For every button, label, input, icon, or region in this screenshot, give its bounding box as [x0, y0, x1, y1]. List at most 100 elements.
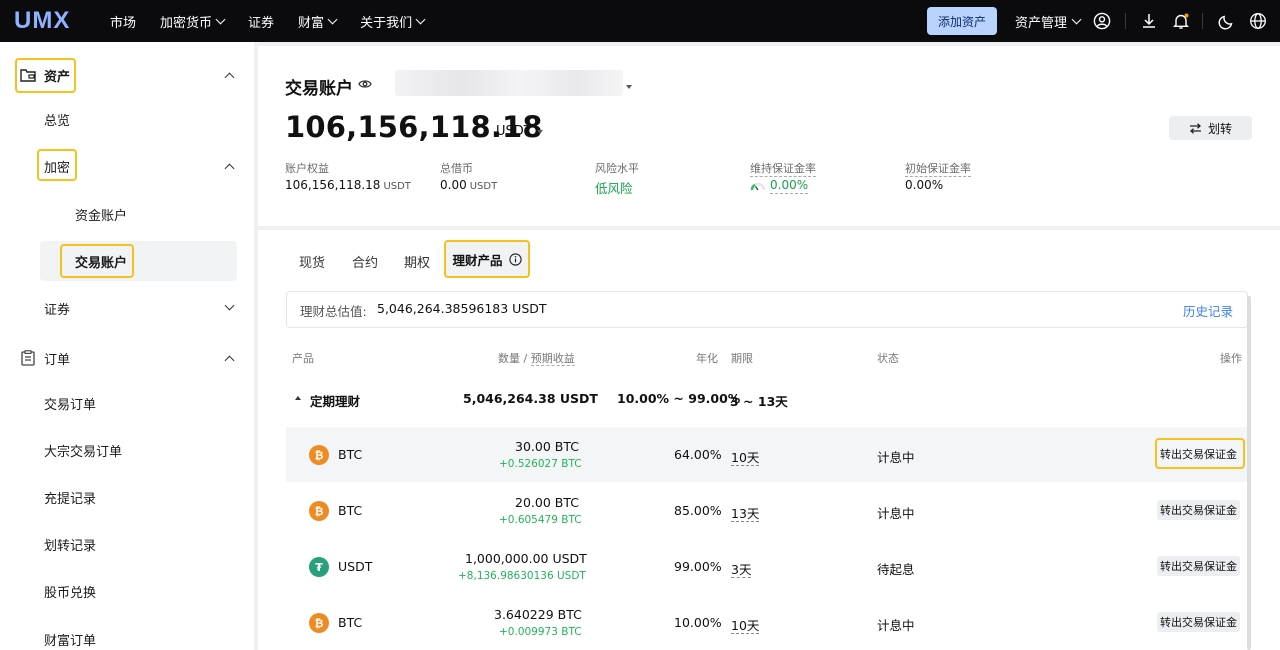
info-icon[interactable] [508, 252, 522, 266]
download-icon[interactable] [1139, 11, 1159, 31]
tab-wealth-products[interactable]: 理财产品 [444, 240, 530, 278]
sidebar-item-overview[interactable]: 总览 [0, 104, 254, 134]
sidebar-item-trade-orders[interactable]: 交易订单 [0, 388, 254, 418]
row-income: +8,136.98630136 USDT [458, 570, 586, 582]
nav-wealth[interactable]: 财富 [298, 12, 338, 31]
sidebar-item-deposit-records[interactable]: 充提记录 [0, 482, 254, 512]
nav-securities-label: 证券 [248, 15, 275, 31]
history-link[interactable]: 历史记录 [1183, 301, 1233, 320]
row-apr: 64.00% [674, 447, 722, 462]
transfer-out-margin-button[interactable]: 转出交易保证金 [1157, 612, 1240, 632]
sidebar-item-label: 订单 [44, 352, 71, 368]
nav-securities[interactable]: 证券 [248, 12, 274, 31]
sidebar-item-trading-account[interactable]: 交易账户 [0, 246, 254, 276]
header-status: 状态 [877, 352, 899, 365]
stat-unit: USDT [383, 181, 411, 192]
stat-label-text: 初始保证金率 [905, 162, 971, 177]
tab-futures[interactable]: 合约 [352, 252, 378, 271]
stat-unit: USDT [469, 181, 498, 192]
sidebar-item-label: 充提记录 [44, 491, 97, 507]
transfer-out-margin-button[interactable]: 转出交易保证金 [1157, 444, 1240, 464]
row-coin: BTC [338, 615, 363, 630]
nav-about[interactable]: 关于我们 [360, 12, 426, 31]
nav-about-label: 关于我们 [360, 15, 413, 31]
row-amount: 1,000,000.00 USDT [465, 551, 587, 566]
row-amount: 3.640229 BTC [494, 607, 582, 622]
row-coin: BTC [338, 447, 363, 462]
sidebar-item-stock-coin-exchange[interactable]: 股币兑换 [0, 576, 254, 606]
sidebar-item-crypto[interactable]: 加密 [0, 151, 254, 181]
collapse-caret-icon[interactable] [295, 396, 301, 400]
transfer-out-margin-button[interactable]: 转出交易保证金 [1157, 500, 1240, 520]
row-status: 计息中 [877, 450, 915, 465]
summary-label: 理财总估值: [300, 304, 367, 319]
stat-label-initial-margin[interactable]: 初始保证金率 [905, 160, 971, 177]
chevron-down-icon [224, 300, 235, 311]
chevron-up-icon [224, 72, 235, 83]
sidebar-item-assets[interactable]: 资产 [0, 60, 254, 90]
user-icon[interactable] [1092, 11, 1112, 31]
nav-market-label: 市场 [110, 15, 137, 31]
nav-crypto[interactable]: 加密货币 [160, 12, 226, 31]
gauge-icon [750, 182, 766, 191]
stat-value-maintenance-margin: 0.00% [770, 178, 809, 194]
group-apr: 10.00% ~ 99.00% [617, 391, 741, 406]
sidebar-item-label: 交易账户 [75, 255, 128, 271]
row-coin: BTC [338, 503, 363, 518]
bell-icon[interactable] [1171, 11, 1191, 31]
row-income: +0.605479 BTC [499, 514, 582, 526]
header-est-income[interactable]: 预期收益 [530, 352, 575, 366]
header-product: 产品 [292, 352, 314, 365]
tab-label: 理财产品 [452, 252, 503, 268]
row-status: 待起息 [877, 562, 915, 577]
row-term-text: 3天 [731, 562, 752, 578]
stat-label-text: 维持保证金率 [750, 162, 816, 177]
btc-coin-icon: ₿ [309, 613, 329, 633]
sidebar-item-wealth-orders[interactable]: 财富订单 [0, 624, 254, 650]
sidebar-item-securities[interactable]: 证券 [0, 293, 254, 323]
usdt-coin-icon: ₮ [309, 557, 329, 577]
tab-spot[interactable]: 现货 [299, 252, 325, 271]
balance-unit[interactable]: USDT [496, 124, 532, 139]
group-name[interactable]: 定期理财 [310, 391, 360, 410]
umx-logo[interactable]: UMX [14, 9, 70, 33]
sidebar-item-orders[interactable]: 订单 [0, 343, 254, 373]
row-amount: 30.00 BTC [515, 439, 579, 454]
header-action: 操作 [1220, 352, 1242, 365]
header-term: 期限 [731, 352, 753, 365]
group-term: 3 ~ 13天 [730, 394, 788, 409]
sidebar-item-block-orders[interactable]: 大宗交易订单 [0, 435, 254, 465]
caret-down-icon[interactable] [626, 85, 632, 89]
globe-icon[interactable] [1248, 11, 1268, 31]
eye-icon[interactable] [358, 78, 372, 90]
transfer-out-margin-button[interactable]: 转出交易保证金 [1157, 556, 1240, 576]
tab-options[interactable]: 期权 [404, 252, 430, 271]
stat-label-borrowed: 总借币 [440, 162, 473, 175]
caret-down-icon[interactable] [537, 130, 543, 134]
asset-management-menu[interactable]: 资产管理 [1015, 0, 1082, 42]
sidebar-item-transfer-records[interactable]: 划转记录 [0, 529, 254, 559]
account-selector-redacted[interactable] [395, 70, 623, 96]
add-asset-button[interactable]: 添加资产 [927, 7, 997, 35]
page-title: 交易账户 [285, 79, 353, 99]
summary-value: 5,046,264.38596183 USDT [377, 301, 547, 316]
stat-value-borrowed: 0.00 USDT [440, 178, 497, 192]
moon-icon[interactable] [1217, 11, 1237, 31]
stat-label-maintenance-margin[interactable]: 维持保证金率 [750, 160, 816, 177]
nav-wealth-label: 财富 [298, 15, 325, 31]
row-apr: 10.00% [674, 615, 722, 630]
row-term: 3天 [731, 559, 752, 578]
row-amount: 20.00 BTC [515, 495, 579, 510]
asset-management-label: 资产管理 [1015, 15, 1068, 31]
transfer-button[interactable]: 划转 [1169, 116, 1252, 140]
nav-market[interactable]: 市场 [110, 12, 136, 31]
row-term: 13天 [731, 503, 760, 522]
row-coin: USDT [338, 559, 373, 574]
stat-value-equity: 106,156,118.18 USDT [285, 178, 411, 192]
navbar-divider [1202, 13, 1203, 29]
row-status: 计息中 [877, 618, 915, 633]
sidebar-item-label: 财富订单 [44, 633, 97, 649]
sidebar-item-fund-account[interactable]: 资金账户 [0, 199, 254, 229]
scrollbar[interactable] [1247, 296, 1251, 650]
header-apr: 年化 [696, 352, 718, 365]
